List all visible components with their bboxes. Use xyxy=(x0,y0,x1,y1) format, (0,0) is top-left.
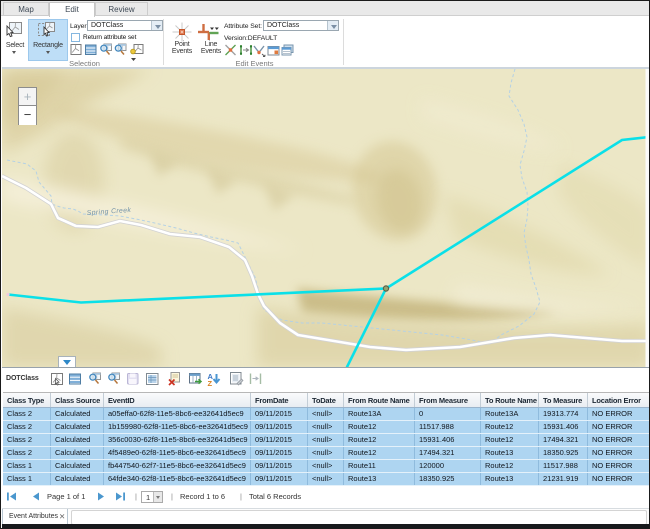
svg-text:Z: Z xyxy=(208,379,213,388)
